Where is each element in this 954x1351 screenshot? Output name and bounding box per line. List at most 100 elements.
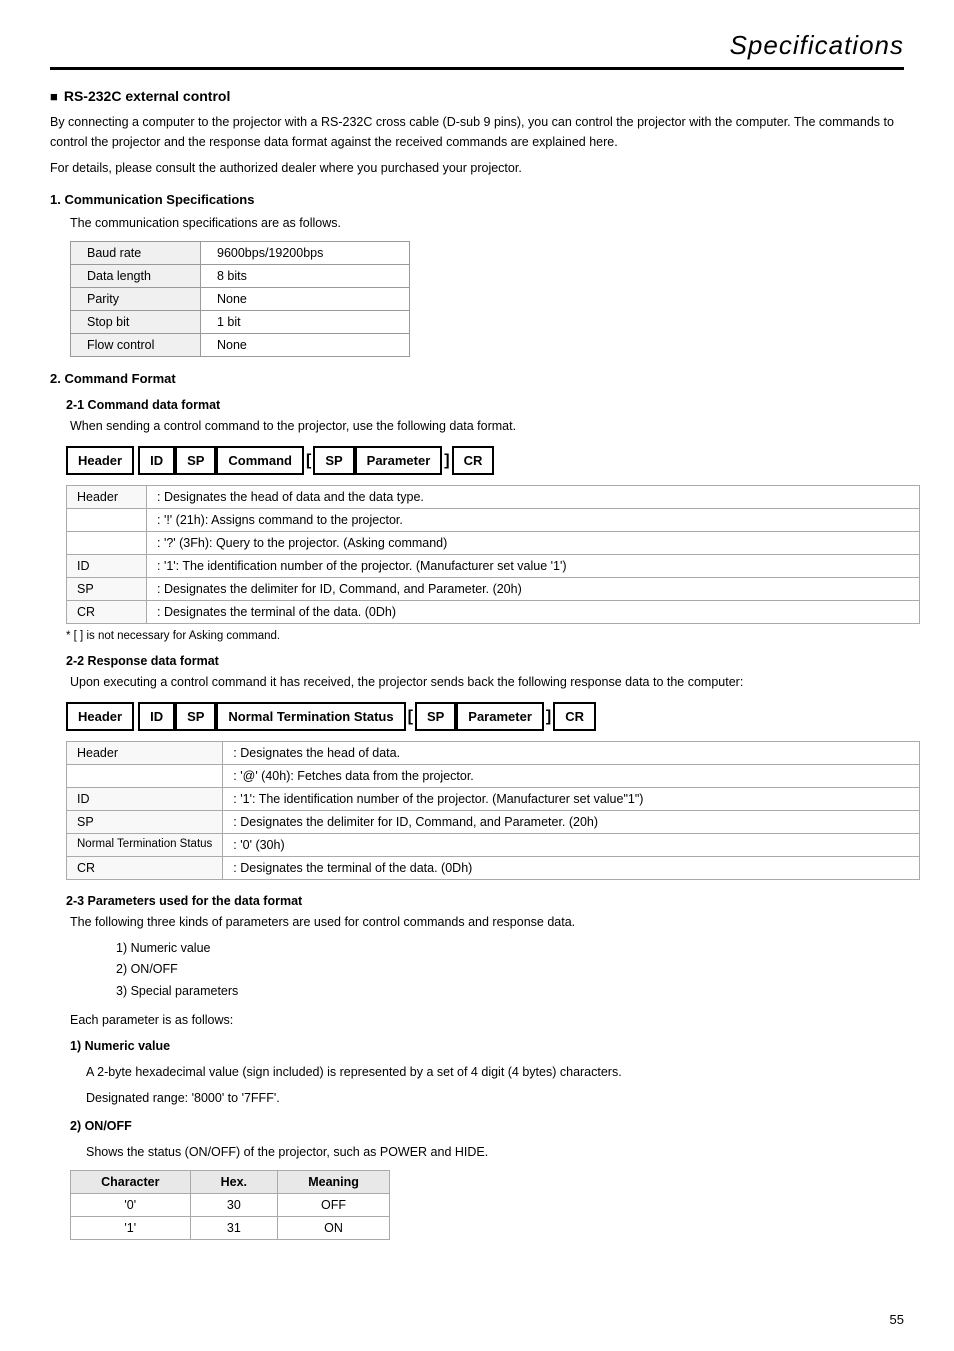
numeric-text: A 2-byte hexadecimal value (sign include… xyxy=(86,1062,904,1082)
table-row: ID: '1': The identification number of th… xyxy=(67,555,920,578)
table-row: ID: '1': The identification number of th… xyxy=(67,788,920,811)
row-value: : Designates the delimiter for ID, Comma… xyxy=(223,811,920,834)
response-data-table: Header: Designates the head of data.: '@… xyxy=(66,741,920,880)
row-value: : '0' (30h) xyxy=(223,834,920,857)
cmd-footnote: * [ ] is not necessary for Asking comman… xyxy=(66,630,904,642)
diagram-command: Command xyxy=(216,446,304,475)
row-value: : '1': The identification number of the … xyxy=(147,555,920,578)
list-item: 3) Special parameters xyxy=(116,981,904,1002)
each-param-label: Each parameter is as follows: xyxy=(70,1010,904,1030)
rs232c-intro-2: For details, please consult the authoriz… xyxy=(50,158,904,178)
resp-diagram-cr: CR xyxy=(553,702,596,731)
row-label: CR xyxy=(67,857,223,880)
onoff-col-header: Meaning xyxy=(278,1170,390,1193)
row-label xyxy=(67,509,147,532)
cmd-diagram: Header ID SP Command [ SP Parameter ] CR xyxy=(66,446,904,475)
meaning-cell: ON xyxy=(278,1216,390,1239)
comm-table-row: Flow controlNone xyxy=(71,334,410,357)
response-data-subsection: 2-2 Response data format Upon executing … xyxy=(50,654,904,880)
onoff-col-header: Hex. xyxy=(190,1170,278,1193)
comm-specs-section: 1. Communication Specifications The comm… xyxy=(50,192,904,357)
diagram-sp1: SP xyxy=(175,446,216,475)
resp-bracket-open: [ xyxy=(406,708,415,726)
row-value: : '@' (40h): Fetches data from the proje… xyxy=(223,765,920,788)
resp-diagram-header: Header xyxy=(66,702,134,731)
list-item: 1) Numeric value xyxy=(116,938,904,959)
rs232c-heading: RS-232C external control xyxy=(50,88,904,104)
table-row: : '!' (21h): Assigns command to the proj… xyxy=(67,509,920,532)
onoff-col-header: Character xyxy=(71,1170,191,1193)
row-value: : Designates the head of data. xyxy=(223,742,920,765)
page: Specifications RS-232C external control … xyxy=(0,0,954,1351)
row-label: Header xyxy=(67,742,223,765)
row-label: SP xyxy=(67,811,223,834)
row-label: ID xyxy=(67,555,147,578)
comm-table-row: ParityNone xyxy=(71,288,410,311)
row-label: Header xyxy=(67,486,147,509)
resp-diagram-sp2: SP xyxy=(415,702,456,731)
row-value: : Designates the head of data and the da… xyxy=(147,486,920,509)
row-label: Normal Termination Status xyxy=(67,834,223,857)
numeric-heading: 1) Numeric value xyxy=(70,1036,904,1056)
comm-specs-table: Baud rate9600bps/19200bpsData length8 bi… xyxy=(70,241,410,357)
resp-diagram-nts: Normal Termination Status xyxy=(216,702,405,731)
cmd-data-intro: When sending a control command to the pr… xyxy=(70,416,904,436)
row-label xyxy=(67,532,147,555)
row-value: : Designates the delimiter for ID, Comma… xyxy=(147,578,920,601)
row-label: CR xyxy=(67,601,147,624)
comm-value: 8 bits xyxy=(201,265,410,288)
list-item: 2) ON/OFF xyxy=(116,959,904,980)
table-row: : '?' (3Fh): Query to the projector. (As… xyxy=(67,532,920,555)
rs232c-section: RS-232C external control By connecting a… xyxy=(50,88,904,178)
cmd-format-heading: 2. Command Format xyxy=(50,371,904,386)
resp-diagram-id: ID xyxy=(138,702,175,731)
table-row: CR: Designates the terminal of the data.… xyxy=(67,601,920,624)
page-number: 55 xyxy=(890,1312,904,1327)
row-label: ID xyxy=(67,788,223,811)
page-title: Specifications xyxy=(730,30,904,61)
diag-bracket-open: [ xyxy=(304,452,313,470)
table-row: Normal Termination Status: '0' (30h) xyxy=(67,834,920,857)
response-diagram: Header ID SP Normal Termination Status [… xyxy=(66,702,904,731)
comm-value: 1 bit xyxy=(201,311,410,334)
cmd-data-subsection: 2-1 Command data format When sending a c… xyxy=(50,398,904,642)
onoff-table: CharacterHex.Meaning '0'30OFF'1'31ON xyxy=(70,1170,390,1240)
comm-specs-intro: The communication specifications are as … xyxy=(70,213,904,233)
resp-diagram-parameter: Parameter xyxy=(456,702,544,731)
row-label: SP xyxy=(67,578,147,601)
comm-table-row: Baud rate9600bps/19200bps xyxy=(71,242,410,265)
row-value: : Designates the terminal of the data. (… xyxy=(223,857,920,880)
cmd-format-section: 2. Command Format 2-1 Command data forma… xyxy=(50,371,904,1240)
response-heading: 2-2 Response data format xyxy=(66,654,904,668)
comm-label: Data length xyxy=(71,265,201,288)
onoff-table-row: '1'31ON xyxy=(71,1216,390,1239)
row-value: : '!' (21h): Assigns command to the proj… xyxy=(147,509,920,532)
table-row: Header: Designates the head of data. xyxy=(67,742,920,765)
meaning-cell: OFF xyxy=(278,1193,390,1216)
table-row: Header: Designates the head of data and … xyxy=(67,486,920,509)
comm-label: Baud rate xyxy=(71,242,201,265)
resp-diagram-sp1: SP xyxy=(175,702,216,731)
comm-table-row: Data length8 bits xyxy=(71,265,410,288)
comm-value: 9600bps/19200bps xyxy=(201,242,410,265)
char-cell: '1' xyxy=(71,1216,191,1239)
table-row: : '@' (40h): Fetches data from the proje… xyxy=(67,765,920,788)
onoff-table-row: '0'30OFF xyxy=(71,1193,390,1216)
row-value: : Designates the terminal of the data. (… xyxy=(147,601,920,624)
hex-cell: 30 xyxy=(190,1193,278,1216)
onoff-text: Shows the status (ON/OFF) of the project… xyxy=(86,1142,904,1162)
hex-cell: 31 xyxy=(190,1216,278,1239)
parameters-subsection: 2-3 Parameters used for the data format … xyxy=(50,894,904,1240)
rs232c-intro-1: By connecting a computer to the projecto… xyxy=(50,112,904,152)
parameters-intro: The following three kinds of parameters … xyxy=(70,912,904,932)
diag-bracket-close: ] xyxy=(442,452,451,470)
table-row: SP: Designates the delimiter for ID, Com… xyxy=(67,811,920,834)
numeric-range: Designated range: '8000' to '7FFF'. xyxy=(86,1088,904,1108)
table-row: CR: Designates the terminal of the data.… xyxy=(67,857,920,880)
row-label xyxy=(67,765,223,788)
parameters-heading: 2-3 Parameters used for the data format xyxy=(66,894,904,908)
page-header: Specifications xyxy=(50,30,904,70)
cmd-data-table: Header: Designates the head of data and … xyxy=(66,485,920,624)
row-value: : '1': The identification number of the … xyxy=(223,788,920,811)
onoff-header-row: CharacterHex.Meaning xyxy=(71,1170,390,1193)
